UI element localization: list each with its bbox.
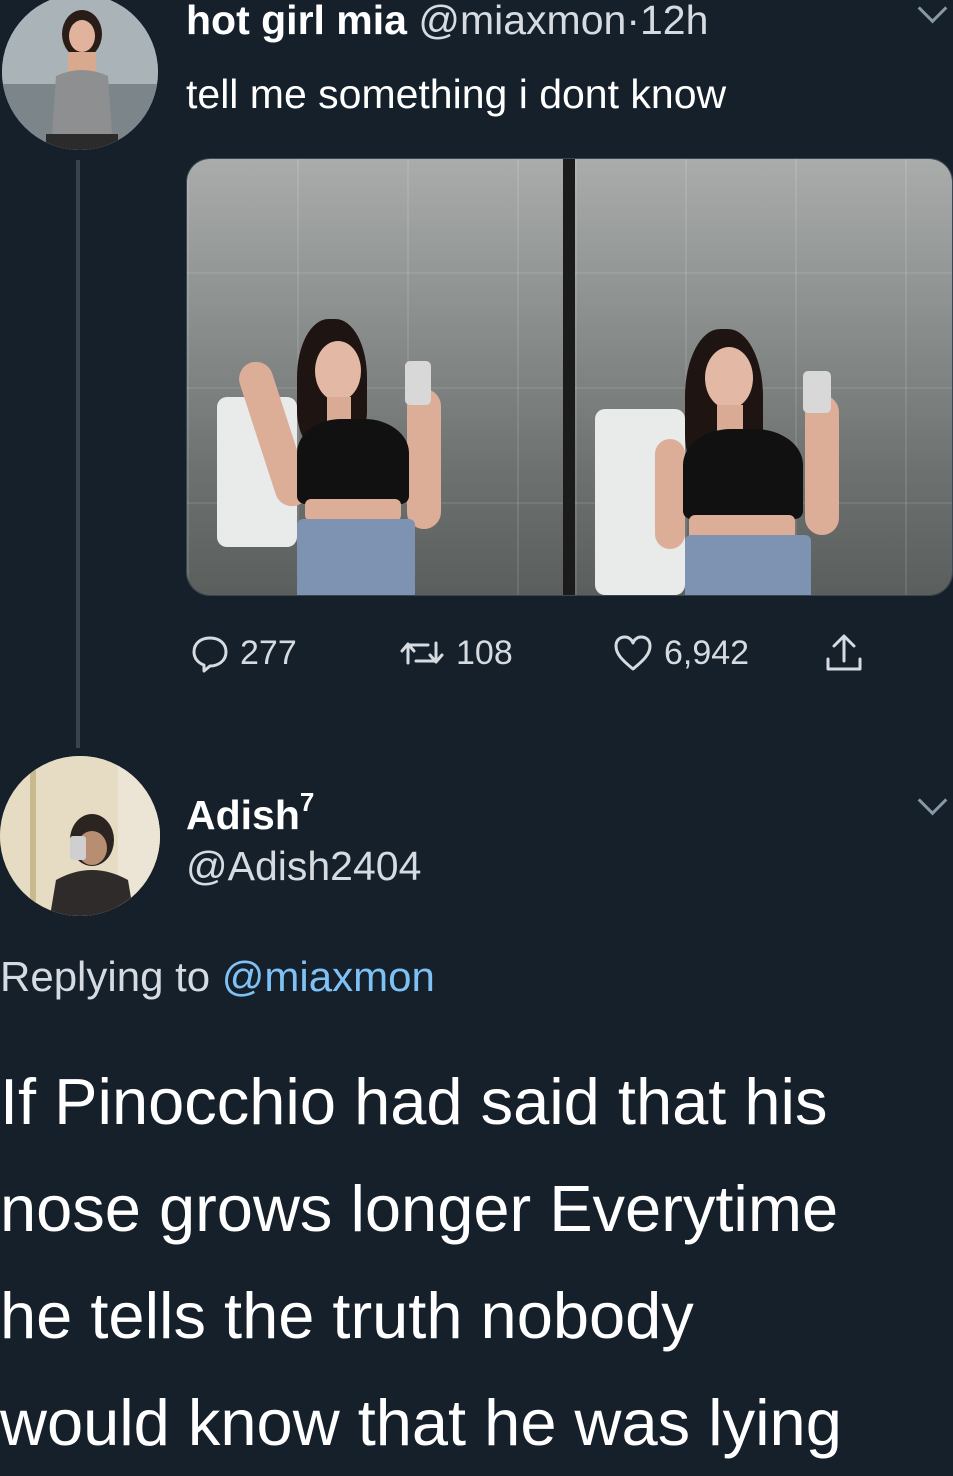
reply-display-name[interactable]: Adish7 bbox=[186, 776, 314, 841]
reply-handle[interactable]: @Adish2404 bbox=[186, 840, 421, 892]
retweet-icon[interactable] bbox=[398, 633, 446, 673]
reply-count: 277 bbox=[240, 633, 297, 672]
handle[interactable]: @miaxmon bbox=[418, 0, 626, 43]
heart-icon[interactable] bbox=[612, 633, 654, 673]
photo-2[interactable] bbox=[575, 159, 952, 595]
replying-to: Replying to @miaxmon bbox=[0, 950, 435, 1004]
photo-1[interactable] bbox=[187, 159, 563, 595]
replying-to-label: Replying to bbox=[0, 953, 211, 1000]
reply-action[interactable]: 277 bbox=[190, 628, 297, 678]
reply-icon[interactable] bbox=[190, 633, 230, 673]
retweet-count: 108 bbox=[456, 633, 513, 672]
tweet-text: tell me something i dont know bbox=[186, 71, 727, 117]
reply-text-line: would know that he was lying bbox=[0, 1386, 842, 1459]
reply-text-line: If Pinocchio had said that his bbox=[0, 1065, 828, 1138]
display-name[interactable]: hot girl mia bbox=[186, 0, 407, 43]
reply-text: If Pinocchio had said that his nose grow… bbox=[0, 1048, 953, 1476]
tweet-actions: 277 108 6,942 bbox=[0, 628, 953, 678]
replying-to-mention[interactable]: @miaxmon bbox=[222, 953, 435, 1000]
reply-text-line: nose grows longer Everytime bbox=[0, 1172, 839, 1245]
like-action[interactable]: 6,942 bbox=[612, 628, 749, 678]
avatar-miaxmon[interactable] bbox=[2, 0, 158, 150]
tweet-media[interactable] bbox=[186, 158, 953, 596]
tweet-header: hot girl mia @miaxmon·12h bbox=[186, 0, 708, 46]
retweet-action[interactable]: 108 bbox=[398, 628, 513, 678]
reply-text-line: he tells the truth nobody bbox=[0, 1279, 694, 1352]
like-count: 6,942 bbox=[664, 633, 750, 672]
avatar-image bbox=[2, 0, 158, 150]
share-icon[interactable] bbox=[822, 631, 866, 675]
avatar-image bbox=[0, 756, 160, 916]
reply-name-text: Adish bbox=[186, 792, 300, 838]
chevron-down-icon[interactable] bbox=[917, 785, 948, 816]
avatar-adish[interactable] bbox=[0, 756, 160, 916]
separator: · bbox=[626, 0, 640, 43]
reply-name-superscript: 7 bbox=[299, 787, 315, 817]
share-action[interactable] bbox=[822, 628, 866, 678]
chevron-down-icon[interactable] bbox=[917, 0, 948, 24]
timestamp[interactable]: 12h bbox=[640, 0, 708, 43]
